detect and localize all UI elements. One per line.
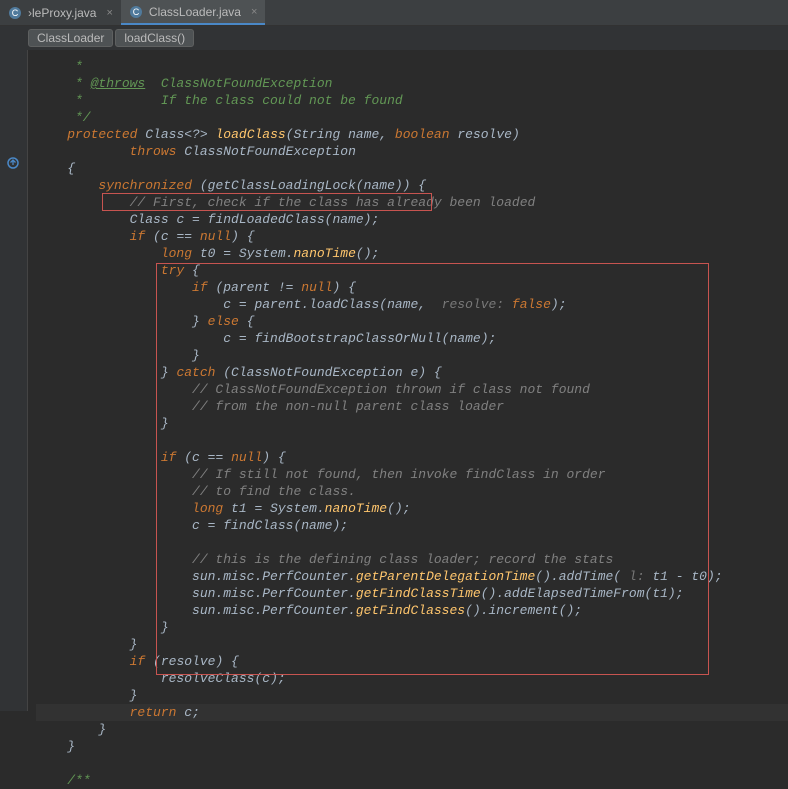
java-class-icon: C <box>8 6 22 20</box>
svg-text:C: C <box>12 8 19 18</box>
crumb-class[interactable]: ClassLoader <box>28 29 113 47</box>
code-editor[interactable]: * * @throws ClassNotFoundException * If … <box>0 50 788 711</box>
java-class-icon: C <box>129 5 143 19</box>
code-text: * * @throws ClassNotFoundException * If … <box>36 58 788 789</box>
tab-label: ›leProxy.java <box>28 6 96 20</box>
override-gutter-icon[interactable] <box>6 156 22 172</box>
editor-gutter <box>0 50 28 711</box>
tab-classloader[interactable]: C ClassLoader.java × <box>121 0 266 25</box>
tab-proxy[interactable]: C ›leProxy.java × <box>0 0 121 25</box>
structure-breadcrumbs: ClassLoader loadClass() <box>0 26 788 50</box>
svg-text:C: C <box>133 7 140 17</box>
crumb-method[interactable]: loadClass() <box>115 29 194 47</box>
close-icon[interactable]: × <box>251 6 257 18</box>
editor-tabs: C ›leProxy.java × C ClassLoader.java × <box>0 0 788 26</box>
code-content[interactable]: * * @throws ClassNotFoundException * If … <box>28 50 788 711</box>
close-icon[interactable]: × <box>106 7 112 19</box>
tab-label: ClassLoader.java <box>149 5 241 19</box>
